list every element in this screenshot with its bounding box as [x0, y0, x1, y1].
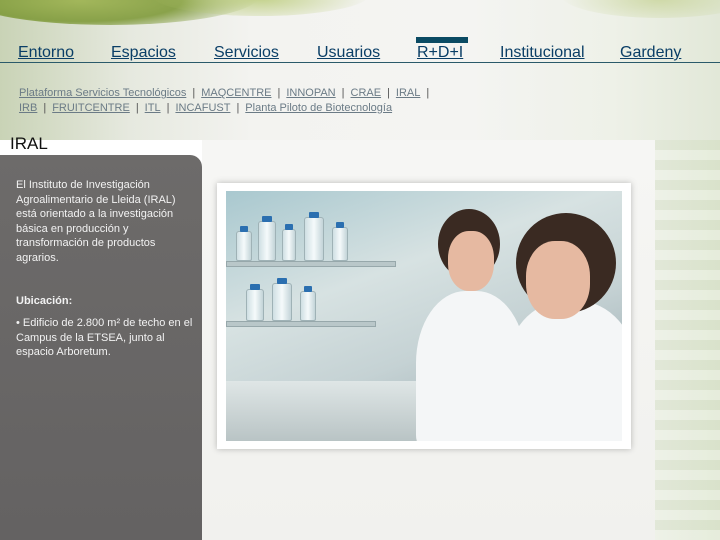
lab-bottle: [282, 224, 296, 261]
lab-shelf: [226, 321, 376, 327]
main-nav: Entorno Espacios Servicios Usuarios R+D+…: [0, 44, 720, 68]
separator: |: [236, 102, 240, 114]
separator: |: [166, 102, 170, 114]
separator: |: [341, 87, 345, 99]
nav-item-espacios[interactable]: Espacios: [111, 44, 176, 62]
sublink-plataforma[interactable]: Plataforma Servicios Tecnológicos: [19, 87, 186, 99]
separator: |: [43, 102, 47, 114]
lab-bottle: [272, 278, 292, 321]
separator: |: [135, 102, 139, 114]
nav-item-gardeny[interactable]: Gardeny: [620, 44, 681, 62]
side-decoration: [655, 140, 720, 540]
sublink-fruitcentre[interactable]: FRUITCENTRE: [52, 102, 130, 114]
bottle-cap: [308, 212, 320, 218]
separator: |: [192, 87, 196, 99]
sublink-planta-piloto[interactable]: Planta Piloto de Biotecnología: [245, 102, 392, 114]
separator: |: [387, 87, 390, 99]
bottle-cap: [262, 216, 272, 222]
nav-item-servicios[interactable]: Servicios: [214, 44, 279, 62]
bottle-cap: [239, 226, 249, 232]
researcher-face: [448, 231, 494, 291]
researcher-figure: [506, 301, 622, 441]
header-background: [0, 0, 720, 140]
bottle-cap: [303, 286, 313, 292]
lab-bottle: [300, 286, 316, 321]
sub-nav-row: Plataforma Servicios Tecnológicos | MAQCEN…: [19, 86, 435, 101]
lab-photo: [226, 191, 622, 441]
nav-item-rdi[interactable]: R+D+I: [417, 44, 463, 62]
bottle-cap: [276, 278, 288, 284]
page-title: IRAL: [10, 134, 48, 153]
leaf-decoration: [560, 0, 720, 18]
nav-item-usuarios[interactable]: Usuarios: [317, 44, 380, 62]
sublink-crae[interactable]: CRAE: [351, 87, 382, 99]
nav-divider: [0, 62, 720, 63]
sub-navigation: Plataforma Servicios Tecnológicos | MAQCEN…: [19, 86, 435, 116]
separator: |: [277, 87, 281, 99]
researcher-face: [526, 241, 590, 319]
bottle-cap: [285, 224, 293, 230]
lab-bottle: [304, 212, 324, 261]
nav-item-entorno[interactable]: Entorno: [18, 44, 74, 62]
lab-bottle: [258, 216, 276, 261]
photo-frame: [217, 183, 631, 449]
sublink-incafust[interactable]: INCAFUST: [175, 102, 230, 114]
sublink-iral[interactable]: IRAL: [396, 87, 420, 99]
lab-shelf: [226, 261, 396, 267]
lab-bottle: [246, 284, 264, 321]
lab-bottle: [236, 226, 252, 261]
location-heading: Ubicación:: [16, 295, 73, 307]
lab-bottle: [332, 222, 348, 261]
sublink-innopan[interactable]: INNOPAN: [286, 87, 335, 99]
active-nav-marker: [416, 37, 468, 43]
location-text: • Edificio de 2.800 m² de techo en el Ca…: [16, 317, 193, 358]
sidebar-intro-text: El Instituto de Investigación Agroalimen…: [16, 179, 176, 264]
sublink-irb[interactable]: IRB: [19, 102, 37, 114]
bottle-cap: [250, 284, 260, 290]
nav-item-institucional[interactable]: Institucional: [500, 44, 585, 62]
sublink-maqcentre[interactable]: MAQCENTRE: [201, 87, 271, 99]
separator: |: [426, 87, 430, 99]
sublink-itl[interactable]: ITL: [145, 102, 161, 114]
sub-nav-row: IRB | FRUITCENTRE | ITL | INCAFUST | Planta Pilo…: [19, 101, 435, 116]
bottle-cap: [335, 222, 345, 228]
